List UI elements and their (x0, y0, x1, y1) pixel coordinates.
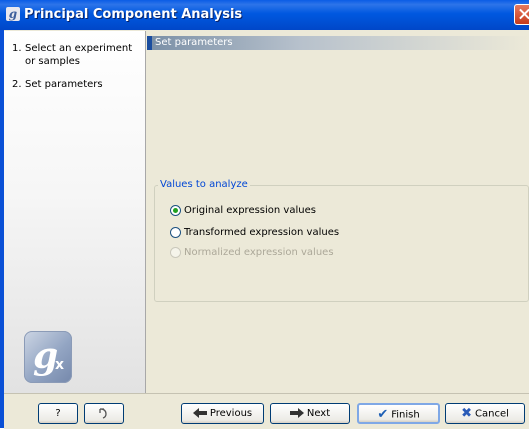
radio-label: Normalized expression values (184, 247, 334, 258)
step-label: Select an experiment or samples (25, 43, 133, 67)
next-label: Next (306, 408, 331, 419)
cancel-button[interactable]: ✖ Cancel (445, 403, 525, 424)
previous-label: Previous (209, 408, 253, 419)
values-to-analyze-group: Values to analyze Original expression va… (154, 178, 529, 302)
check-icon: ✔ (377, 407, 389, 422)
cancel-x-icon: ✖ (461, 406, 472, 421)
workbench-logo: g x (24, 331, 72, 383)
reset-button[interactable] (84, 403, 124, 424)
arrow-right-icon (289, 408, 304, 418)
app-icon: g (6, 7, 20, 21)
header-marker (147, 36, 152, 50)
wizard-steps-sidebar: 1. Select an experiment or samples 2. Se… (4, 31, 146, 393)
help-button[interactable]: ? (38, 403, 78, 424)
section-title: Set parameters (155, 37, 233, 48)
title-bar[interactable]: g Principal Component Analysis (0, 0, 529, 31)
next-button[interactable]: Next (270, 403, 350, 424)
radio-unchecked-icon[interactable] (170, 227, 181, 238)
radio-label[interactable]: Original expression values (184, 204, 316, 218)
section-header: Set parameters (147, 36, 529, 50)
cancel-label: Cancel (475, 408, 509, 420)
radio-disabled-icon (170, 247, 181, 258)
reset-icon (98, 408, 107, 419)
step-number: 1. (12, 43, 22, 54)
help-label: ? (55, 408, 61, 419)
arrow-left-icon (192, 408, 207, 418)
radio-label[interactable]: Transformed expression values (184, 226, 339, 240)
step-label: Set parameters (25, 79, 103, 90)
close-button[interactable] (514, 4, 529, 25)
previous-button[interactable]: Previous (181, 403, 264, 424)
group-title: Values to analyze (158, 178, 250, 192)
window-title: Principal Component Analysis (24, 7, 243, 22)
finish-button[interactable]: ✔ Finish (357, 403, 440, 424)
step-number: 2. (12, 79, 22, 90)
wizard-footer: ? Previous Next ✔ Finish ✖ Cancel (4, 393, 529, 429)
radio-checked-icon[interactable] (170, 205, 181, 216)
logo-subscript: x (55, 357, 65, 373)
finish-label: Finish (391, 409, 420, 421)
parameters-panel: Set parameters Values to analyze Origina… (147, 31, 529, 393)
